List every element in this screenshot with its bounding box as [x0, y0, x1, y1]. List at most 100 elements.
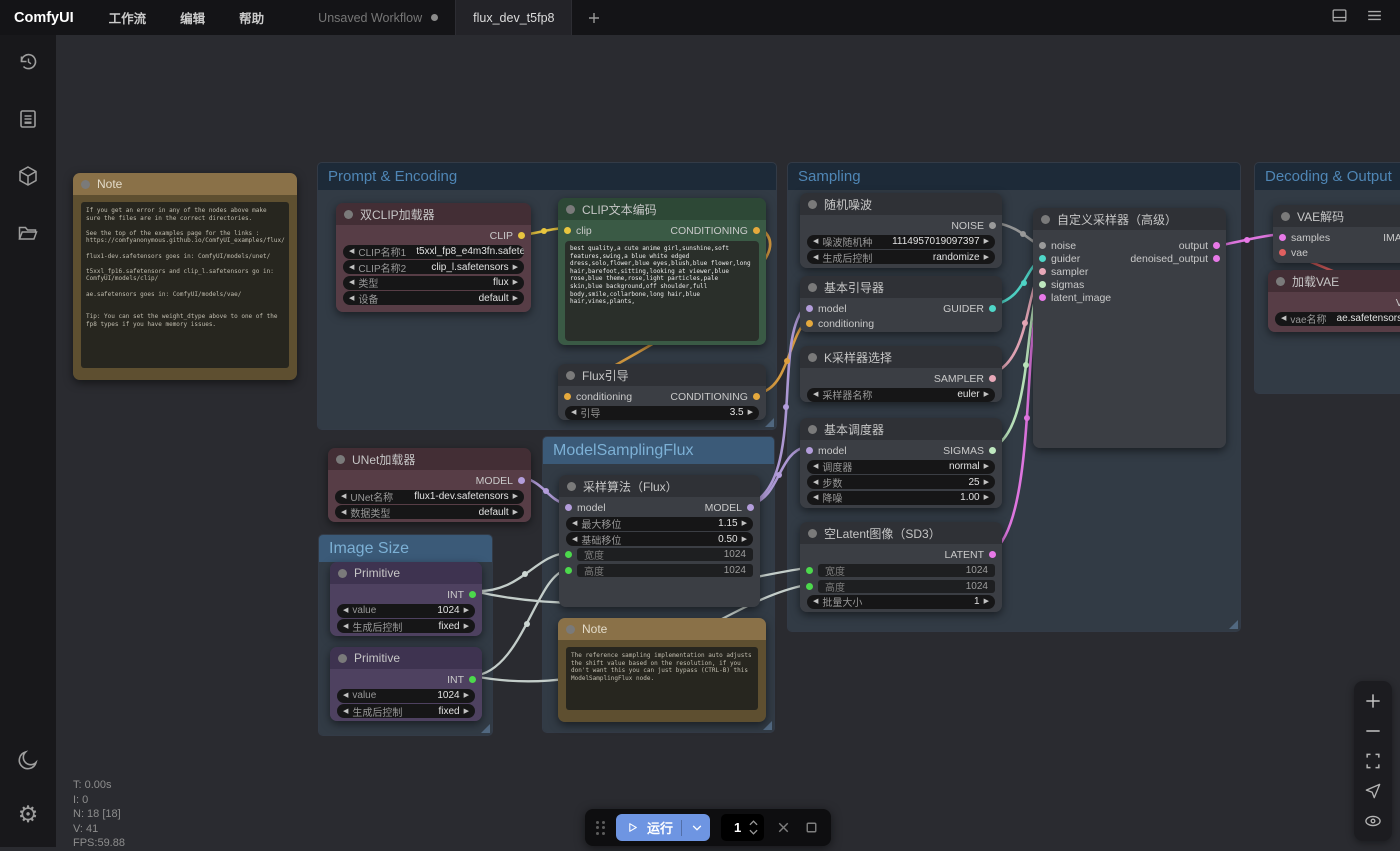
output-pin-output[interactable] [1213, 242, 1220, 249]
input-pin-model[interactable] [565, 504, 572, 511]
input-pin-conditioning[interactable] [806, 320, 813, 327]
next-arrow-icon[interactable]: ▶ [513, 493, 518, 500]
node-note-msf[interactable]: Note The reference sampling implementati… [558, 618, 766, 722]
collapse-dot[interactable] [566, 205, 575, 214]
node-unet-loader[interactable]: UNet加载器 MODEL ◀UNet名称flux1-dev.safetenso… [328, 448, 531, 522]
output-pin-int[interactable] [469, 591, 476, 598]
node-flux-guidance[interactable]: Flux引导 conditioning CONDITIONING ◀引导3.5▶ [558, 364, 766, 420]
input-pin-height[interactable] [565, 567, 572, 574]
input-width[interactable]: 宽度1024 [800, 564, 1002, 578]
output-pin-conditioning[interactable] [753, 393, 760, 400]
next-arrow-icon[interactable]: ▶ [513, 295, 518, 302]
node-sampler-custom-advanced[interactable]: 自定义采样器（高级） noise output guider denoised_… [1033, 208, 1226, 448]
node-random-noise[interactable]: 随机噪波 NOISE ◀噪波随机种1114957019097397▶ ◀生成后控… [800, 193, 1002, 268]
zoom-out-button[interactable] [1363, 721, 1383, 741]
output-pin-guider[interactable] [989, 305, 996, 312]
next-arrow-icon[interactable]: ▶ [742, 536, 747, 543]
input-pin-height[interactable] [806, 583, 813, 590]
input-pin-guider[interactable] [1039, 255, 1046, 262]
tab-unsaved-workflow[interactable]: Unsaved Workflow [301, 0, 455, 35]
sidebar-item-workflows[interactable] [15, 220, 41, 246]
input-pin-conditioning[interactable] [564, 393, 571, 400]
prev-arrow-icon[interactable]: ◀ [343, 692, 348, 699]
input-pin-latent-image[interactable] [1039, 294, 1046, 301]
widget-base-shift[interactable]: ◀基础移位0.50▶ [566, 532, 753, 546]
next-arrow-icon[interactable]: ▶ [513, 509, 518, 516]
toggle-link-visibility-button[interactable] [1363, 811, 1383, 831]
widget-value[interactable]: ◀value1024▶ [337, 604, 475, 618]
input-pin-model[interactable] [806, 305, 813, 312]
input-pin-clip[interactable] [564, 227, 571, 234]
output-pin-sampler[interactable] [989, 375, 996, 382]
prev-arrow-icon[interactable]: ◀ [343, 623, 348, 630]
next-arrow-icon[interactable]: ▶ [464, 692, 469, 699]
next-arrow-icon[interactable]: ▶ [464, 708, 469, 715]
prev-arrow-icon[interactable]: ◀ [343, 607, 348, 614]
prev-arrow-icon[interactable]: ◀ [813, 479, 818, 486]
next-arrow-icon[interactable]: ▶ [984, 254, 989, 261]
stepper-down-icon[interactable] [749, 829, 758, 835]
menu-help[interactable]: 帮助 [222, 8, 281, 27]
input-height[interactable]: 高度1024 [800, 579, 1002, 593]
input-pin-width[interactable] [806, 567, 813, 574]
widget-scheduler[interactable]: ◀调度器normal▶ [807, 460, 995, 474]
widget-control-after-generate[interactable]: ◀生成后控制randomize▶ [807, 250, 995, 264]
input-pin-sampler[interactable] [1039, 268, 1046, 275]
group-title[interactable]: Decoding & Output [1255, 163, 1400, 190]
collapse-dot[interactable] [808, 425, 817, 434]
prev-arrow-icon[interactable]: ◀ [813, 238, 818, 245]
widget-clip-name1[interactable]: ◀CLIP名称1t5xxl_fp8_e4m3fn.safetensors▶ [343, 245, 524, 259]
stepper-up-icon[interactable] [749, 820, 758, 826]
new-tab-button[interactable] [572, 0, 616, 35]
widget-control-after-generate[interactable]: ◀生成后控制fixed▶ [337, 704, 475, 718]
stop-icon[interactable] [803, 819, 820, 836]
node-dualclip-loader[interactable]: 双CLIP加载器 CLIP ◀CLIP名称1t5xxl_fp8_e4m3fn.s… [336, 203, 531, 312]
batch-count-steppers[interactable] [749, 820, 758, 835]
node-model-sampling-flux[interactable]: 采样算法（Flux） model MODEL ◀最大移位1.15▶ ◀基础移位0… [559, 475, 760, 607]
next-arrow-icon[interactable]: ▶ [984, 598, 989, 605]
node-basic-guider[interactable]: 基本引导器 model GUIDER conditioning [800, 276, 1002, 332]
input-pin-samples[interactable] [1279, 234, 1286, 241]
input-width[interactable]: 宽度1024 [559, 548, 760, 562]
widget-vae-name[interactable]: ◀vae名称ae.safetensors▶ [1275, 312, 1400, 326]
collapse-dot[interactable] [338, 654, 347, 663]
prev-arrow-icon[interactable]: ◀ [349, 295, 354, 302]
next-arrow-icon[interactable]: ▶ [464, 623, 469, 630]
group-title[interactable]: Prompt & Encoding [318, 163, 776, 190]
collapse-dot[interactable] [566, 371, 575, 380]
sidebar-item-logs[interactable] [15, 106, 41, 132]
select-mode-button[interactable] [1363, 781, 1383, 801]
collapse-dot[interactable] [1281, 212, 1290, 221]
widget-sampler-name[interactable]: ◀采样器名称euler▶ [807, 388, 995, 402]
collapse-dot[interactable] [808, 200, 817, 209]
widget-clip-name2[interactable]: ◀CLIP名称2clip_l.safetensors▶ [343, 260, 524, 274]
output-pin-model[interactable] [747, 504, 754, 511]
prev-arrow-icon[interactable]: ◀ [813, 463, 818, 470]
drag-handle[interactable] [596, 821, 605, 835]
bottom-panel-toggle-button[interactable] [1330, 6, 1349, 30]
collapse-dot[interactable] [808, 353, 817, 362]
output-pin-noise[interactable] [989, 222, 996, 229]
collapse-dot[interactable] [808, 283, 817, 292]
zoom-in-button[interactable] [1363, 691, 1383, 711]
theme-toggle-button[interactable] [15, 747, 41, 773]
input-pin-sigmas[interactable] [1039, 281, 1046, 288]
output-pin-denoised-output[interactable] [1213, 255, 1220, 262]
output-pin-conditioning[interactable] [753, 227, 760, 234]
widget-device[interactable]: ◀设备default▶ [343, 291, 524, 305]
group-title[interactable]: ModelSamplingFlux [543, 437, 774, 464]
input-pin-noise[interactable] [1039, 242, 1046, 249]
prev-arrow-icon[interactable]: ◀ [349, 279, 354, 286]
next-arrow-icon[interactable]: ▶ [984, 238, 989, 245]
widget-weight-dtype[interactable]: ◀数据类型default▶ [335, 505, 524, 519]
menu-workflow[interactable]: 工作流 [92, 8, 164, 27]
clear-queue-icon[interactable] [775, 819, 792, 836]
input-pin-model[interactable] [806, 447, 813, 454]
node-note[interactable]: Note If you get an error in any of the n… [73, 173, 297, 380]
prev-arrow-icon[interactable]: ◀ [343, 708, 348, 715]
widget-control-after-generate[interactable]: ◀生成后控制fixed▶ [337, 619, 475, 633]
chevron-down-icon[interactable] [690, 821, 704, 835]
sidebar-item-history[interactable] [15, 49, 41, 75]
node-vae-decode[interactable]: VAE解码 samples IMAGE vae [1273, 205, 1400, 263]
prev-arrow-icon[interactable]: ◀ [571, 409, 576, 416]
